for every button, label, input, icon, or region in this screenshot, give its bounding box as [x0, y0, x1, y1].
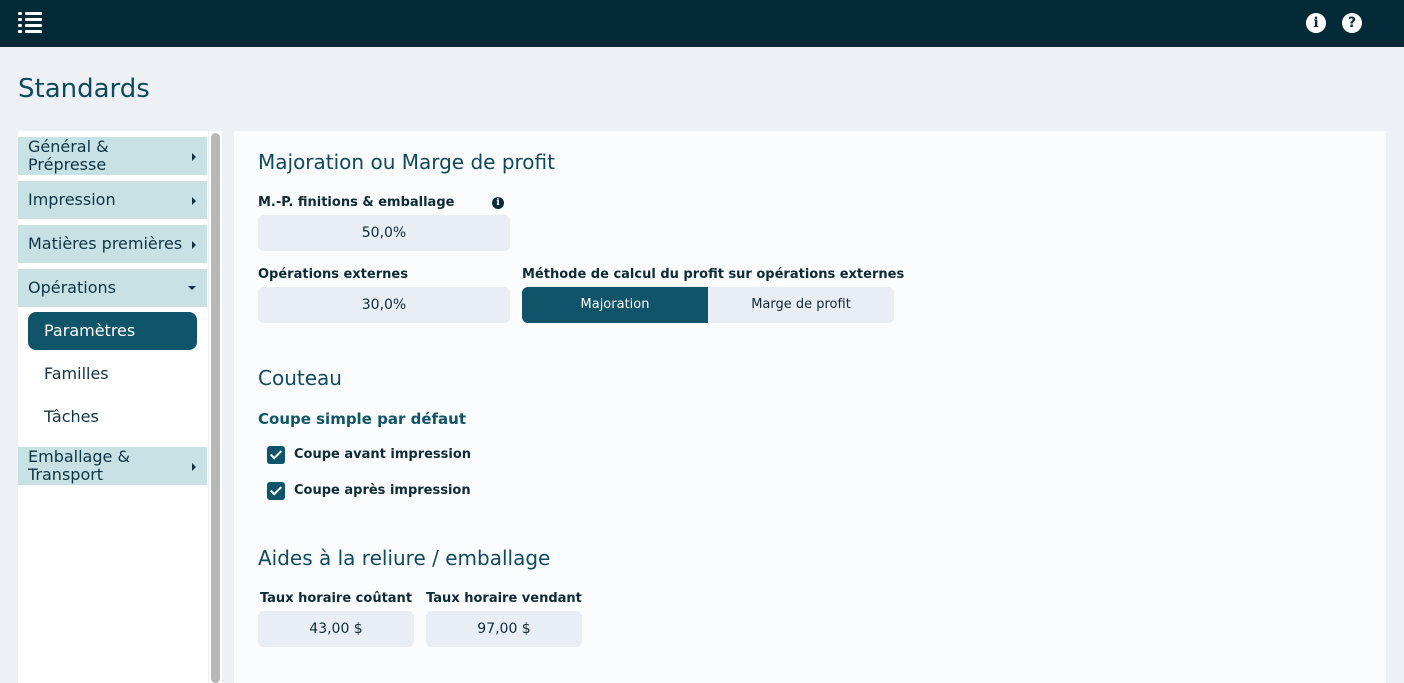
section-title-markup: Majoration ou Marge de profit: [258, 150, 555, 174]
marge-de-profit-option-button[interactable]: Marge de profit: [708, 287, 894, 323]
sidebar-subitem-parametres[interactable]: Paramètres: [28, 312, 197, 350]
sidebar-item-label: Général &: [28, 137, 109, 156]
sidebar-item-label: Prépresse: [28, 155, 107, 174]
sidebar-item-label: Impression: [28, 190, 116, 209]
methode-calcul-toggle: Majoration Marge de profit: [522, 287, 894, 323]
majoration-option-button[interactable]: Majoration: [522, 287, 708, 323]
info-icon[interactable]: i: [492, 197, 504, 209]
sidebar-item-impression[interactable]: Impression: [18, 181, 207, 219]
chevron-down-icon: [188, 286, 196, 290]
coupe-apres-label: Coupe après impression: [294, 483, 471, 498]
taux-horaire-vendant-label: Taux horaire vendant: [426, 591, 582, 606]
info-circle-icon[interactable]: i: [1306, 13, 1326, 33]
coupe-avant-checkbox[interactable]: [267, 446, 285, 464]
operations-externes-input[interactable]: 30,0%: [258, 287, 510, 323]
sidebar-scrollbar-thumb[interactable]: [211, 133, 220, 683]
coupe-apres-checkbox[interactable]: [267, 482, 285, 500]
question-circle-icon[interactable]: ?: [1342, 13, 1362, 33]
sidebar-item-label: Matières premières: [28, 234, 183, 253]
mp-finitions-input[interactable]: 50,0%: [258, 215, 510, 251]
sidebar-subitem-taches[interactable]: Tâches: [28, 398, 197, 436]
sidebar-item-matieres-premieres[interactable]: Matières premières: [18, 225, 207, 263]
chevron-right-icon: [192, 463, 196, 471]
coupe-simple-subtitle: Coupe simple par défaut: [258, 410, 466, 428]
sidebar-item-label: Opérations: [28, 278, 116, 297]
section-title-reliure: Aides à la reliure / emballage: [258, 546, 551, 570]
sidebar-item-emballage-transport[interactable]: Emballage & Transport: [18, 447, 207, 485]
taux-horaire-coutant-label: Taux horaire coûtant: [259, 591, 413, 606]
chevron-right-icon: [192, 241, 196, 249]
taux-horaire-coutant-input[interactable]: 43,00 $: [258, 611, 414, 647]
operations-externes-label: Opérations externes: [258, 267, 408, 282]
sidebar-subitem-familles[interactable]: Familles: [28, 355, 197, 393]
chevron-right-icon: [192, 197, 196, 205]
mp-finitions-label: M.-P. finitions & emballage: [258, 195, 455, 210]
taux-horaire-vendant-input[interactable]: 97,00 $: [426, 611, 582, 647]
sidebar-item-label: Emballage &: [28, 447, 130, 466]
top-bar: i ?: [0, 0, 1404, 47]
sidebar-item-general-prepresse[interactable]: Général & Prépresse: [18, 137, 207, 175]
methode-calcul-label: Méthode de calcul du profit sur opératio…: [522, 267, 905, 282]
coupe-avant-label: Coupe avant impression: [294, 447, 472, 462]
page-title: Standards: [18, 74, 150, 104]
sidebar-item-operations[interactable]: Opérations: [18, 269, 207, 307]
chevron-right-icon: [192, 153, 196, 161]
section-title-couteau: Couteau: [258, 366, 342, 390]
menu-list-icon[interactable]: [18, 12, 42, 34]
sidebar-item-label: Transport: [28, 465, 104, 484]
